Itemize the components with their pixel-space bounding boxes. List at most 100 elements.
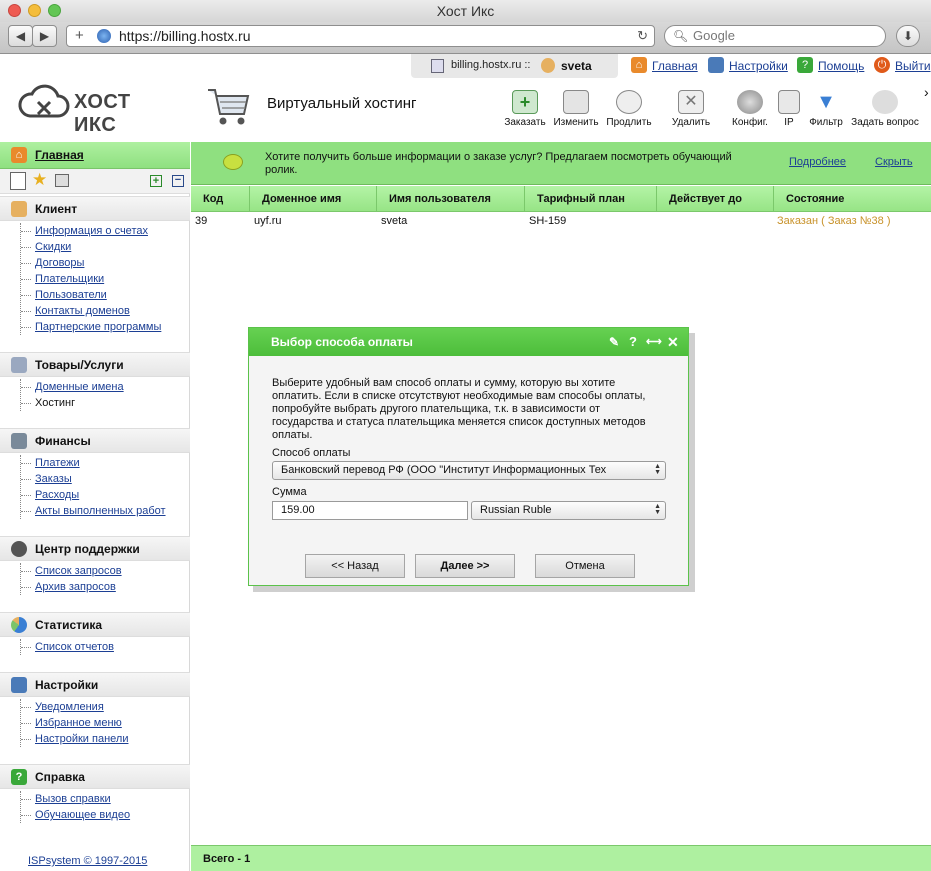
help-icon[interactable]: ? [629, 328, 637, 356]
close-window-button[interactable] [8, 4, 21, 17]
sidebar-item-expenses[interactable]: Расходы [21, 487, 166, 503]
next-button[interactable]: Далее >> [415, 554, 515, 578]
favorites-star-icon[interactable]: ★ [32, 170, 47, 190]
logout-icon: ⏻ [874, 57, 890, 73]
speech-bubble-icon [223, 154, 243, 170]
sidebar-item-favorite-menu[interactable]: Избранное меню [21, 715, 128, 731]
sidebar-item-acts[interactable]: Акты выполненных работ [21, 503, 166, 519]
sidebar-item-payers[interactable]: Плательщики [21, 271, 161, 287]
action-label: Изменить [553, 117, 599, 128]
zoom-window-button[interactable] [48, 4, 61, 17]
column-header-status[interactable]: Состояние [774, 186, 928, 212]
action-ip[interactable]: IP [775, 90, 803, 128]
payment-method-select[interactable]: Банковский перевод РФ (ООО "Институт Инф… [272, 461, 666, 480]
close-icon[interactable]: ✕ [667, 328, 679, 356]
amount-input[interactable]: 159.00 [272, 501, 468, 520]
sidebar-item-users[interactable]: Пользователи [21, 287, 161, 303]
action-label: Задать вопрос [851, 117, 919, 128]
products-items: Доменные имена Хостинг [20, 379, 124, 411]
action-config[interactable]: Конфиг. [729, 90, 771, 128]
sidebar-item-contracts[interactable]: Договоры [21, 255, 161, 271]
banner-hide-link[interactable]: Скрыть [875, 156, 913, 168]
sidebar-item-domains[interactable]: Доменные имена [21, 379, 124, 395]
sidebar-home[interactable]: ⌂ Главная [0, 142, 190, 169]
sidebar-section-statistics[interactable]: Статистика [0, 612, 190, 637]
column-header-plan[interactable]: Тарифный план [525, 186, 657, 212]
cell-plan: SH-159 [529, 215, 567, 227]
sidebar-item-call-help[interactable]: Вызов справки [21, 791, 130, 807]
top-link-help[interactable]: Помощь [818, 59, 864, 73]
sidebar-section-client[interactable]: Клиент [0, 196, 190, 221]
sidebar-item-payments[interactable]: Платежи [21, 455, 166, 471]
settings-icon [11, 677, 27, 693]
briefcase-icon[interactable] [55, 174, 69, 187]
reload-icon[interactable]: ↻ [637, 26, 648, 46]
action-delete[interactable]: ✕ Удалить [670, 90, 712, 128]
banner-more-link[interactable]: Подробнее [789, 156, 846, 168]
cart-icon [208, 89, 250, 125]
sidebar-item-hosting[interactable]: Хостинг [21, 395, 124, 411]
sidebar-item-tickets[interactable]: Список запросов [21, 563, 122, 579]
cancel-button[interactable]: Отмена [535, 554, 635, 578]
sidebar-section-support[interactable]: Центр поддержки [0, 536, 190, 561]
top-link-logout[interactable]: Выйти [895, 59, 931, 73]
sidebar-item-partner-programs[interactable]: Партнерские программы [21, 319, 161, 335]
payment-method-value: Банковский перевод РФ (ООО "Институт Инф… [281, 464, 607, 476]
sidebar-item-billing-info[interactable]: Информация о счетах [21, 223, 161, 239]
back-button[interactable]: << Назад [305, 554, 405, 578]
column-header-code[interactable]: Код [191, 186, 250, 212]
sidebar-item-tutorial-video[interactable]: Обучающее видео [21, 807, 130, 823]
sidebar-item-reports[interactable]: Список отчетов [21, 639, 114, 655]
section-title: Виртуальный хостинг [267, 95, 417, 112]
cell-status[interactable]: Заказан ( Заказ №38 ) [777, 215, 891, 227]
minimize-window-button[interactable] [28, 4, 41, 17]
dialog-body: Выберите удобный вам способ оплаты и сум… [249, 356, 688, 585]
sidebar-section-finance[interactable]: Финансы [0, 428, 190, 453]
toolbar-more-icon[interactable]: › [924, 84, 929, 100]
window-title: Хост Икс [436, 3, 495, 19]
forward-button[interactable]: ▶ [32, 25, 57, 47]
sidebar-item-domain-contacts[interactable]: Контакты доменов [21, 303, 161, 319]
currency-select[interactable]: Russian Ruble ▲ ▼ [471, 501, 666, 520]
sidebar-tools: ★ + − [0, 169, 190, 194]
sidebar-section-help[interactable]: ? Справка [0, 764, 190, 789]
action-renew[interactable]: Продлить [606, 90, 652, 128]
dialog-header[interactable]: Выбор способа оплаты ✎ ? ⟷ ✕ [249, 328, 688, 356]
amount-value: 159.00 [281, 504, 315, 516]
action-edit[interactable]: Изменить [553, 90, 599, 128]
collapse-all-icon[interactable]: − [172, 175, 184, 187]
resize-icon[interactable]: ⟷ [646, 328, 662, 356]
logo[interactable]: ХОСТ ИКС [18, 80, 178, 136]
action-label: Фильтр [809, 117, 843, 128]
top-link-settings[interactable]: Настройки [729, 59, 788, 73]
column-header-valid-until[interactable]: Действует до [657, 186, 774, 212]
action-order[interactable]: + Заказать [503, 90, 547, 128]
sidebar-section-settings[interactable]: Настройки [0, 672, 190, 697]
downloads-button[interactable]: ⬇ [896, 25, 920, 47]
sidebar-item-orders[interactable]: Заказы [21, 471, 166, 487]
search-input[interactable]: 🔍︎ Google [664, 25, 886, 47]
column-header-domain[interactable]: Доменное имя [250, 186, 377, 212]
address-bar[interactable]: + https://billing.hostx.ru ↻ [66, 25, 655, 47]
sidebar-item-discounts[interactable]: Скидки [21, 239, 161, 255]
sidebar-item-ticket-archive[interactable]: Архив запросов [21, 579, 122, 595]
forward-arrow-icon: ▶ [39, 29, 50, 43]
help-icon: ? [11, 769, 27, 785]
dialog-description: Выберите удобный вам способ оплаты и сум… [272, 377, 646, 441]
list-view-icon[interactable] [10, 172, 26, 190]
sidebar-item-panel-settings[interactable]: Настройки панели [21, 731, 128, 747]
column-header-username[interactable]: Имя пользователя [377, 186, 525, 212]
new-tab-icon[interactable]: + [75, 26, 84, 46]
back-button[interactable]: ◀ [8, 25, 33, 47]
finance-icon [11, 433, 27, 449]
sidebar-section-products[interactable]: Товары/Услуги [0, 352, 190, 377]
expand-all-icon[interactable]: + [150, 175, 162, 187]
top-link-home[interactable]: Главная [652, 59, 698, 73]
action-ask-question[interactable]: Задать вопрос [850, 90, 920, 128]
action-filter[interactable]: ▼ Фильтр [807, 90, 845, 128]
copyright-link[interactable]: ISPsystem © 1997-2015 [28, 855, 147, 867]
sidebar-item-notifications[interactable]: Уведомления [21, 699, 128, 715]
home-icon: ⌂ [11, 147, 27, 163]
section-title: Настройки [35, 678, 99, 692]
pin-icon[interactable]: ✎ [609, 328, 619, 356]
